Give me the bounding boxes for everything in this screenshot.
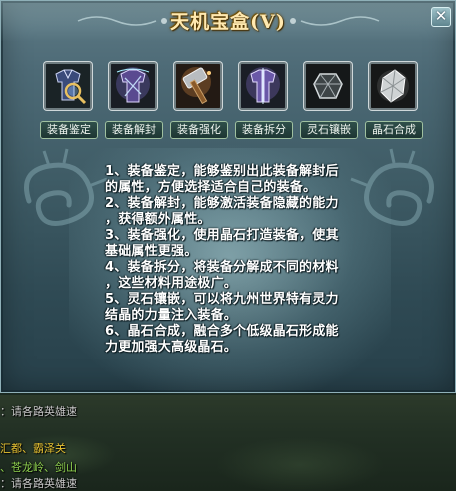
hammer-icon[interactable] bbox=[174, 62, 222, 110]
description-line: 2、装备解封，能够激活装备隐藏的能力 bbox=[105, 196, 339, 211]
description-line: 4、装备拆分，将装备分解成不同的材料 bbox=[105, 260, 339, 275]
description-line: 3、装备强化，使用晶石打造装备，使其 bbox=[105, 228, 339, 243]
title-ornament-icon bbox=[290, 16, 380, 26]
chat-line: ：请各路英雄速 bbox=[0, 405, 77, 418]
tool-label[interactable]: 晶石合成 bbox=[365, 121, 423, 139]
unseal-armor-icon[interactable] bbox=[109, 62, 157, 110]
description-line: 基础属性更强。 bbox=[105, 244, 198, 259]
identify-armor-icon[interactable] bbox=[44, 62, 92, 110]
description-line: 力更加强大高级晶石。 bbox=[105, 340, 238, 355]
description-line: 5、灵石镶嵌，可以将九州世界特有灵力 bbox=[105, 292, 339, 307]
window-title: 天机宝盒(V) bbox=[170, 11, 286, 33]
crystal-icon[interactable] bbox=[369, 62, 417, 110]
tool-label[interactable]: 装备拆分 bbox=[235, 121, 293, 139]
description-line: 结晶的力量注入装备。 bbox=[105, 308, 238, 323]
description-line: ，这些材料用途极广。 bbox=[105, 276, 238, 291]
description-line: ，获得额外属性。 bbox=[105, 212, 211, 227]
window-titlebar[interactable]: 天机宝盒(V) ✕ bbox=[1, 1, 455, 41]
chat-line: ：请各路英雄速 bbox=[0, 477, 77, 490]
description-line: 6、晶石合成，融合多个低级晶石形成能 bbox=[105, 324, 339, 339]
chat-line: 汇都、霸泽关 bbox=[0, 442, 66, 455]
tool-label[interactable]: 装备解封 bbox=[105, 121, 163, 139]
tool-bar: 装备鉴定 装备解封 装备强化 装备拆分 灵石镶嵌 晶石合成 bbox=[40, 62, 423, 142]
chat-line: 、苍龙岭、剑山 bbox=[0, 461, 77, 474]
tool-label[interactable]: 装备强化 bbox=[170, 121, 228, 139]
tool-label[interactable]: 装备鉴定 bbox=[40, 121, 98, 139]
feature-description: 1、装备鉴定，能够鉴别出此装备解封后 的属性，方便选择适合自己的装备。 2、装备… bbox=[105, 164, 375, 356]
treasure-box-window: 天机宝盒(V) ✕ 装备鉴定 装备解封 装备强化 装备拆分 灵石镶嵌 晶石合成 … bbox=[0, 0, 456, 394]
dragon-ornament-icon bbox=[24, 148, 108, 226]
tool-label[interactable]: 灵石镶嵌 bbox=[300, 121, 358, 139]
description-line: 1、装备鉴定，能够鉴别出此装备解封后 bbox=[105, 164, 339, 179]
spirit-stone-icon[interactable] bbox=[304, 62, 352, 110]
split-armor-icon[interactable] bbox=[239, 62, 287, 110]
close-button[interactable]: ✕ bbox=[431, 7, 451, 27]
description-line: 的属性，方便选择适合自己的装备。 bbox=[105, 180, 317, 195]
